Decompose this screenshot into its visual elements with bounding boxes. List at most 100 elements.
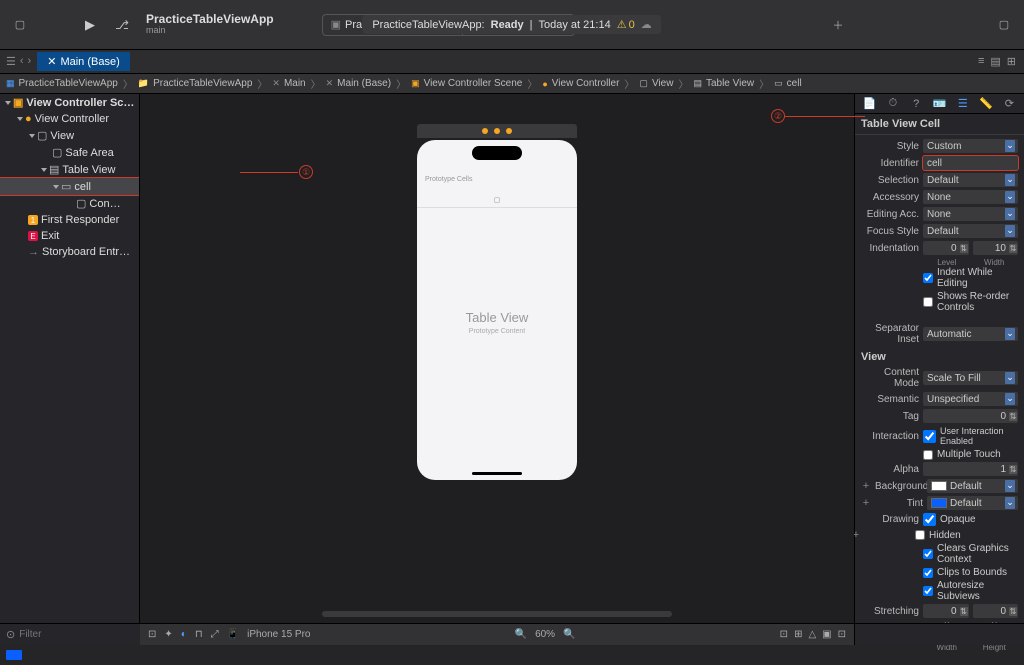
window-tab[interactable] [6,650,22,660]
zoom-out-button[interactable]: 🔍 [515,629,527,640]
warning-badge[interactable]: ⚠0 [617,18,635,31]
inspector-section-header: Table View Cell [855,114,1024,135]
alpha-stepper[interactable]: 1 [923,462,1018,476]
view-section-header: View [861,351,1018,363]
nav-forward-button[interactable]: › [28,55,32,68]
zoom-level-label[interactable]: 60% [535,629,555,640]
editor-mode-icon[interactable]: ≡ [978,55,984,68]
attributes-inspector-tab[interactable]: ☰ [956,97,970,110]
reorder-controls-checkbox[interactable] [923,297,933,307]
canvas-tool-icon[interactable]: ✦ [164,629,172,640]
autoresize-subviews-checkbox[interactable] [923,586,933,596]
opaque-checkbox[interactable] [923,513,936,526]
nav-back-button[interactable]: ‹ [20,55,24,68]
toolbar: ▢ ▶ ⎇ PracticeTableViewApp main ▣ Practi… [0,0,1024,50]
table-view-subtitle: Prototype Content [417,328,577,335]
style-dropdown[interactable]: Custom [923,139,1018,153]
tab-label: Main (Base) [60,56,119,68]
editor-stack-icon[interactable]: ▤ [990,55,1000,68]
resolve-tool-icon[interactable]: △ [808,629,816,640]
nav-toggle-icon[interactable]: ☰ [6,55,16,68]
outline-view-controller[interactable]: ● View Controller [0,111,139,127]
history-inspector-tab[interactable]: ⏱ [886,97,900,110]
indent-level-stepper[interactable]: 0 [923,241,969,255]
outline-view[interactable]: ▢ View [0,127,139,144]
canvas-tool-icon[interactable]: ⊡ [148,629,156,640]
branch-name: main [146,26,274,36]
prototype-cell[interactable]: ▢ [417,192,577,208]
content-mode-dropdown[interactable]: Scale To Fill [923,371,1018,385]
sidebar-toggle-icon[interactable]: ▢ [8,13,32,37]
size-inspector-tab[interactable]: 📏 [979,97,993,110]
canvas-tool-icon[interactable]: ⤢ [211,629,219,640]
home-indicator [472,472,522,475]
document-outline: ▣ View Controller Sc… ● View Controller … [0,94,140,623]
clears-graphics-checkbox[interactable] [923,549,933,559]
multiple-touch-checkbox[interactable] [923,450,933,460]
stretch-x-stepper[interactable]: 0 [923,604,969,618]
outline-scene[interactable]: ▣ View Controller Sc… [0,94,139,111]
add-background-button[interactable]: + [861,480,871,492]
device-notch [472,146,522,160]
status-bar[interactable]: PracticeTableViewApp: Ready | Today at 2… [362,15,661,34]
outline-storyboard-entry[interactable]: → Storyboard Entr… [0,244,139,260]
separator-inset-dropdown[interactable]: Automatic [923,327,1018,341]
embed-in-icon[interactable]: ⊡ [838,629,846,640]
zoom-in-button[interactable]: 🔍 [563,629,575,640]
inspector-tab-bar: 📄 ⏱ ? 🪪 ☰ 📏 ⟳ [855,94,1024,114]
editor-options-icon[interactable]: ⊞ [1007,55,1016,68]
focus-style-dropdown[interactable]: Default [923,224,1018,238]
tag-stepper[interactable]: 0 [923,409,1018,423]
outline-table-view[interactable]: ▤ Table View [0,161,139,178]
pin-tool-icon[interactable]: ⊞ [794,629,802,640]
device-preview[interactable]: Prototype Cells ▢ Table View Prototype C… [417,140,577,480]
user-interaction-checkbox[interactable] [923,430,936,443]
canvas-tool-icon[interactable]: ⊓ [195,629,203,640]
indent-width-stepper[interactable]: 10 [973,241,1019,255]
git-branch-icon[interactable]: ⎇ [110,13,134,37]
run-button[interactable]: ▶ [78,13,102,37]
indent-while-editing-checkbox[interactable] [923,273,933,283]
outline-safe-area[interactable]: ▢ Safe Area [0,144,139,161]
identity-inspector-tab[interactable]: 🪪 [932,97,946,110]
horizontal-scrollbar[interactable] [322,611,672,617]
inspector-panel: 📄 ⏱ ? 🪪 ☰ 📏 ⟳ Table View Cell StyleCusto… [854,94,1024,623]
outline-first-responder[interactable]: 1 First Responder [0,212,139,228]
add-tint-button[interactable]: + [861,497,871,509]
filter-input[interactable] [19,629,134,640]
semantic-dropdown[interactable]: Unspecified [923,392,1018,406]
file-inspector-tab[interactable]: 📄 [863,97,877,110]
editing-accessory-dropdown[interactable]: None [923,207,1018,221]
stretch-y-stepper[interactable]: 0 [973,604,1019,618]
hidden-checkbox[interactable] [915,530,925,540]
outline-content-view[interactable]: ▢ Con… [0,195,139,212]
tint-dropdown[interactable]: Default [927,496,1018,510]
outline-filter-bar: ⊙ [0,623,140,645]
status-time: Today at 21:14 [539,19,611,31]
accessory-dropdown[interactable]: None [923,190,1018,204]
device-label[interactable]: iPhone 15 Pro [247,629,310,640]
scene-title-bar[interactable] [417,124,577,138]
background-dropdown[interactable]: Default [927,479,1018,493]
clips-to-bounds-checkbox[interactable] [923,568,933,578]
align-tool-icon[interactable]: ⊡ [780,629,788,640]
status-app: PracticeTableViewApp: [372,19,484,31]
identifier-field[interactable]: cell [923,156,1018,170]
editor-tab-main[interactable]: ✕ Main (Base) [37,52,130,71]
jump-bar[interactable]: ▦PracticeTableViewApp〉 📁PracticeTableVie… [0,74,1024,94]
help-inspector-tab[interactable]: ? [909,98,923,110]
canvas-tool-icon[interactable]: ◐ [181,629,187,640]
library-icon[interactable]: ▢ [992,13,1016,37]
selection-dropdown[interactable]: Default [923,173,1018,187]
embed-tool-icon[interactable]: ▣ [822,629,831,640]
annotation-1: ① [299,165,313,179]
outline-cell[interactable]: ▭ cell [0,178,139,195]
connections-inspector-tab[interactable]: ⟳ [1002,97,1016,110]
add-button[interactable]: ＋ [826,13,850,37]
prototype-cells-label: Prototype Cells [425,176,472,183]
outline-exit[interactable]: E Exit [0,228,139,244]
interface-builder-canvas[interactable]: ① → Prototype Cells ▢ Table View Prototy… [140,94,854,623]
cloud-icon[interactable]: ☁ [641,18,652,31]
tab-bar: ☰ ‹ › ✕ Main (Base) ≡ ▤ ⊞ [0,50,1024,74]
device-picker-icon[interactable]: 📱 [227,629,239,640]
